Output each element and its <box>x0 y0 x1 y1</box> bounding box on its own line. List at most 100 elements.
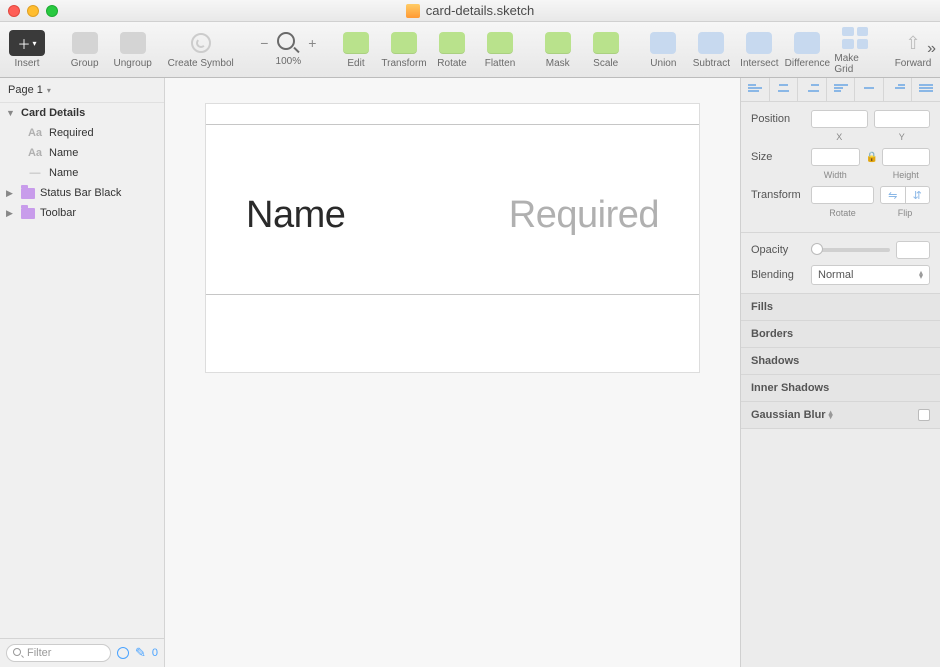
union-icon <box>650 32 676 54</box>
slider-thumb-icon[interactable] <box>811 243 823 255</box>
align-center-v-button[interactable] <box>855 78 884 101</box>
flip-h-icon[interactable]: ⇋ <box>881 187 906 203</box>
edit-filter-icon[interactable]: ✎ <box>135 645 146 661</box>
opacity-slider[interactable] <box>811 248 890 252</box>
group-button[interactable]: Group <box>64 30 106 69</box>
flip-v-icon[interactable]: ⇵ <box>906 187 930 203</box>
opacity-label: Opacity <box>751 244 805 256</box>
layers-footer: Filter ✎ 0 <box>0 638 164 667</box>
document-icon <box>406 4 420 18</box>
flip-buttons[interactable]: ⇋⇵ <box>880 186 930 204</box>
stepper-icon: ▴▾ <box>919 271 923 279</box>
artboard-card-details[interactable]: Name Required <box>205 103 700 373</box>
distribute-button[interactable] <box>912 78 940 101</box>
borders-section[interactable]: Borders <box>741 321 940 348</box>
filter-toggle-icon[interactable] <box>117 647 129 659</box>
chevron-down-icon: ▾ <box>47 86 51 95</box>
shape-layer-icon: — <box>26 167 44 179</box>
toolbar-overflow-icon[interactable]: » <box>927 40 936 58</box>
layer-name-shape[interactable]: — Name <box>0 163 164 183</box>
text-layer-icon: Aa <box>26 147 44 159</box>
shadows-section[interactable]: Shadows <box>741 348 940 375</box>
layer-toolbar[interactable]: ▶ Toolbar <box>0 203 164 223</box>
align-right-button[interactable] <box>798 78 827 101</box>
divider-line <box>206 294 699 295</box>
zoom-control[interactable]: − + 100% <box>257 32 319 67</box>
edit-button[interactable]: Edit <box>335 30 377 69</box>
edit-icon <box>343 32 369 54</box>
blending-label: Blending <box>751 269 805 281</box>
y-input[interactable] <box>874 110 931 128</box>
flip-sublabel: Flip <box>880 208 930 218</box>
window-title-text: card-details.sketch <box>426 3 534 18</box>
width-input[interactable] <box>811 148 860 166</box>
difference-button[interactable]: Difference <box>786 30 828 69</box>
rotate-button[interactable]: Rotate <box>431 30 473 69</box>
create-symbol-button[interactable]: Create Symbol <box>160 30 242 69</box>
plus-icon: ＋▾ <box>9 30 45 56</box>
inner-shadows-section[interactable]: Inner Shadows <box>741 375 940 402</box>
gaussian-blur-section[interactable]: Gaussian Blur ▴▾ <box>741 402 940 429</box>
align-left-button[interactable] <box>741 78 770 101</box>
layer-artboard[interactable]: ▼ Card Details <box>0 103 164 123</box>
make-grid-button[interactable]: Make Grid <box>834 25 876 75</box>
window-title: card-details.sketch <box>0 3 940 18</box>
flatten-icon <box>487 32 513 54</box>
intersect-button[interactable]: Intersect <box>738 30 780 69</box>
rotate-input[interactable] <box>811 186 874 204</box>
grid-icon <box>842 27 868 49</box>
toolbar: ＋▾ Insert Group Ungroup Create Symbol − … <box>0 22 940 78</box>
union-button[interactable]: Union <box>642 30 684 69</box>
opacity-input[interactable] <box>896 241 930 259</box>
scale-button[interactable]: Scale <box>585 30 627 69</box>
zoom-in-button[interactable]: + <box>305 35 319 51</box>
flatten-button[interactable]: Flatten <box>479 30 521 69</box>
x-input[interactable] <box>811 110 868 128</box>
lock-icon[interactable]: 🔒 <box>866 152 876 163</box>
layer-label: Toolbar <box>40 207 76 219</box>
layer-name-text[interactable]: Aa Name <box>0 143 164 163</box>
canvas-name-text[interactable]: Name <box>246 194 345 237</box>
search-icon <box>13 648 23 658</box>
align-center-h-button[interactable] <box>770 78 799 101</box>
zoom-out-button[interactable]: − <box>257 35 271 51</box>
intersect-icon <box>746 32 772 54</box>
align-bottom-button[interactable] <box>884 78 913 101</box>
rotate-icon <box>439 32 465 54</box>
transform-icon <box>391 32 417 54</box>
subtract-button[interactable]: Subtract <box>690 30 732 69</box>
transform-label: Transform <box>751 189 805 201</box>
ungroup-button[interactable]: Ungroup <box>112 30 154 69</box>
filter-input[interactable]: Filter <box>6 644 111 662</box>
magnify-icon[interactable] <box>277 32 299 54</box>
ungroup-icon <box>120 32 146 54</box>
layer-label: Status Bar Black <box>40 187 121 199</box>
scale-icon <box>593 32 619 54</box>
fills-section[interactable]: Fills <box>741 294 940 321</box>
pages-dropdown[interactable]: Page 1 ▾ <box>0 78 164 103</box>
insert-button[interactable]: ＋▾ Insert <box>6 30 48 69</box>
zoom-value: 100% <box>276 56 302 67</box>
canvas-required-text[interactable]: Required <box>509 194 659 237</box>
divider-line <box>206 124 699 125</box>
transform-button[interactable]: Transform <box>383 30 425 69</box>
subtract-icon <box>698 32 724 54</box>
width-sublabel: Width <box>811 170 860 180</box>
blending-select[interactable]: Normal ▴▾ <box>811 265 930 285</box>
layer-required[interactable]: Aa Required <box>0 123 164 143</box>
disclosure-closed-icon[interactable]: ▶ <box>6 208 16 219</box>
alignment-controls <box>741 78 940 102</box>
forward-icon: ⇧ <box>900 32 926 54</box>
align-top-button[interactable] <box>827 78 856 101</box>
disclosure-open-icon[interactable]: ▼ <box>6 108 16 118</box>
blur-checkbox[interactable] <box>918 409 930 421</box>
layer-status-bar[interactable]: ▶ Status Bar Black <box>0 183 164 203</box>
mask-button[interactable]: Mask <box>537 30 579 69</box>
text-layer-icon: Aa <box>26 127 44 139</box>
layer-label: Required <box>49 127 94 139</box>
canvas[interactable]: Name Required <box>165 78 740 667</box>
inspector-panel: Position X Y Size 🔒 Width Height Transfo… <box>740 78 940 667</box>
height-input[interactable] <box>882 148 931 166</box>
disclosure-closed-icon[interactable]: ▶ <box>6 188 16 199</box>
stepper-icon[interactable]: ▴▾ <box>829 411 833 419</box>
